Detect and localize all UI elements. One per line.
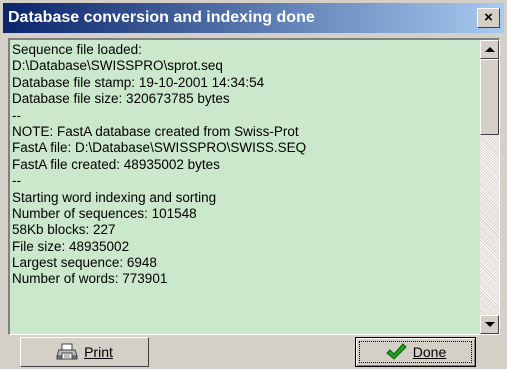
log-line: Largest sequence: 6948 (12, 255, 157, 271)
log-line: D:\Database\SWISSPRO\sprot.seq (12, 58, 223, 74)
log-text-area[interactable]: Sequence file loaded: D:\Database\SWISSPR… (8, 38, 500, 335)
log-line: -- (12, 173, 21, 189)
log-lines: Sequence file loaded: D:\Database\SWISSPR… (12, 42, 480, 288)
log-line: File size: 48935002 (12, 238, 130, 254)
close-button[interactable]: × (477, 8, 500, 28)
scroll-thumb[interactable] (480, 59, 499, 135)
window-title: Database conversion and indexing done (8, 9, 315, 26)
arrow-up-icon (485, 47, 495, 52)
done-button-label: Done (412, 344, 447, 360)
log-line: Database file stamp: 19-10-2001 14:34:54 (12, 74, 265, 90)
title-bar[interactable]: Database conversion and indexing done × (3, 3, 504, 33)
log-line: Starting word indexing and sorting (12, 189, 217, 205)
log-line: Database file size: 320673785 bytes (12, 91, 230, 107)
log-line: 58Kb blocks: 227 (12, 222, 116, 238)
log-line: Number of words: 773901 (12, 271, 168, 287)
print-button[interactable]: Print (20, 337, 149, 367)
done-button[interactable]: Done (355, 337, 476, 367)
checkmark-icon (386, 343, 407, 360)
log-line: FastA file created: 48935002 bytes (12, 156, 220, 172)
scroll-down-button[interactable] (480, 315, 499, 334)
scroll-up-button[interactable] (480, 40, 499, 59)
print-button-label: Print (84, 344, 113, 360)
log-line: Sequence file loaded: (12, 42, 142, 57)
printer-icon (56, 343, 78, 360)
log-line: Number of sequences: 101548 (12, 205, 197, 221)
log-line: NOTE: FastA database created from Swiss-… (12, 123, 299, 139)
arrow-down-icon (485, 322, 495, 327)
log-line: -- (12, 107, 21, 123)
vertical-scrollbar[interactable] (480, 40, 499, 334)
log-line: FastA file: D:\Database\SWISSPRO\SWISS.S… (12, 140, 307, 156)
dialog-window: Database conversion and indexing done × … (0, 0, 507, 369)
close-icon: × (484, 9, 493, 26)
